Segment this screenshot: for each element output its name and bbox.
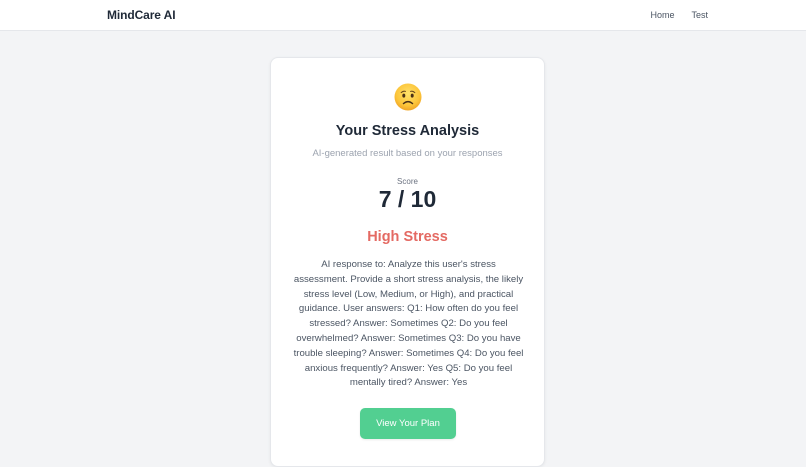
nav-links: Home Test bbox=[650, 10, 708, 20]
score-value: 7 / 10 bbox=[378, 186, 437, 212]
result-card: Your Stress Analysis AI-generated result… bbox=[270, 57, 545, 467]
worried-face-icon bbox=[394, 83, 422, 111]
score-label: Score bbox=[397, 177, 418, 186]
nav-link-test[interactable]: Test bbox=[691, 10, 708, 20]
brand-logo[interactable]: MindCare AI bbox=[107, 8, 176, 22]
nav-link-home[interactable]: Home bbox=[650, 10, 674, 20]
view-plan-button[interactable]: View Your Plan bbox=[360, 408, 456, 439]
page-subtitle: AI-generated result based on your respon… bbox=[312, 148, 503, 159]
ai-response-text: AI response to: Analyze this user's stre… bbox=[293, 259, 524, 389]
page-title: Your Stress Analysis bbox=[335, 123, 480, 139]
top-navbar: MindCare AI Home Test bbox=[0, 0, 806, 31]
stress-level: High Stress bbox=[367, 229, 448, 245]
